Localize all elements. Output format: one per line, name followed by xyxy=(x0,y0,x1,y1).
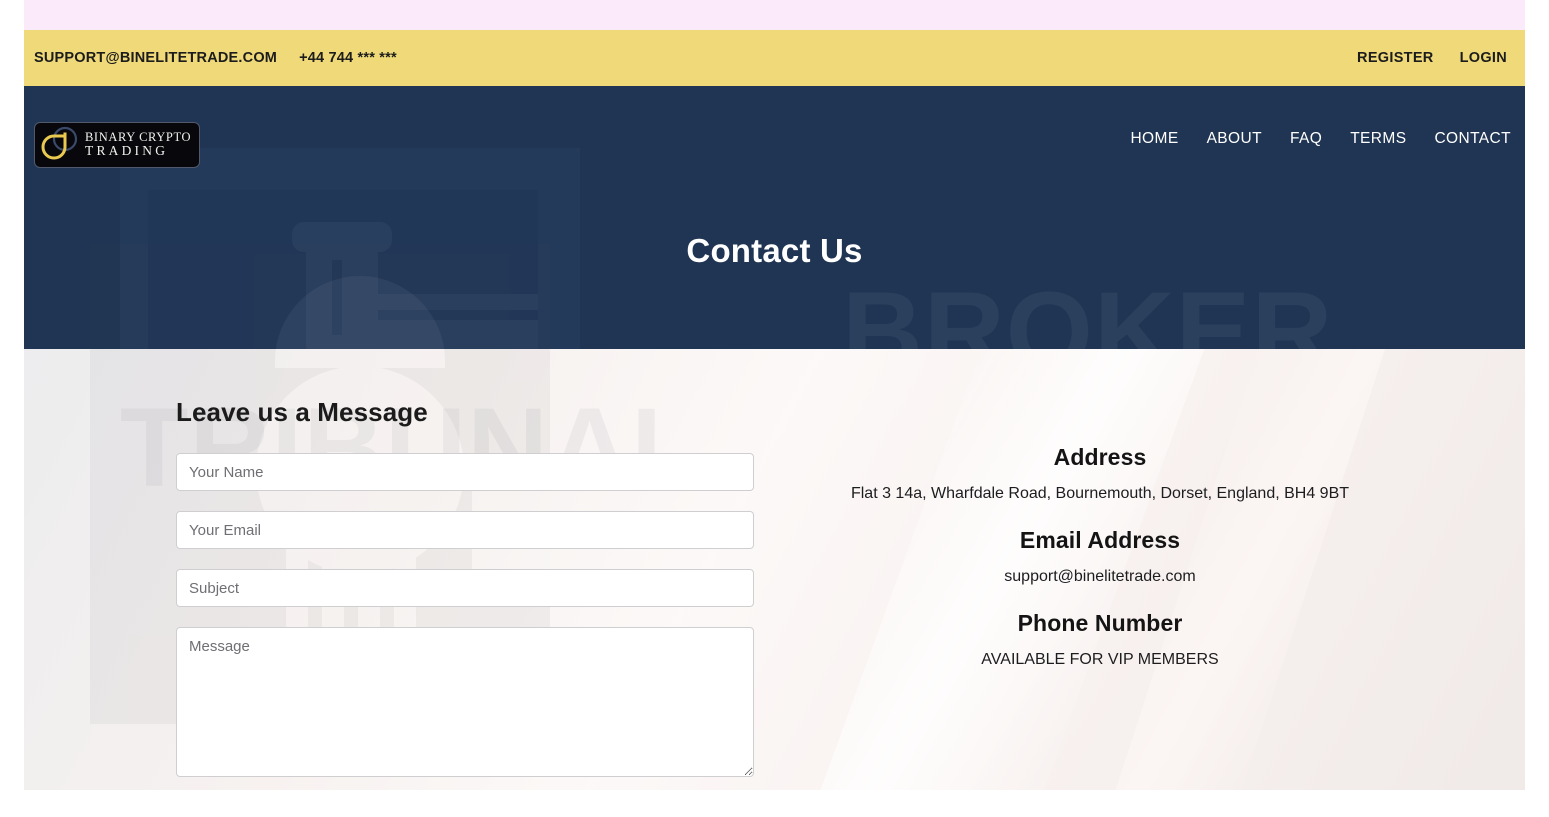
address-heading: Address xyxy=(1053,444,1147,470)
utility-bar: SUPPORT@BINELITETRADE.COM +44 744 *** **… xyxy=(24,30,1525,86)
contact-details: Address Flat 3 14a, Wharfdale Road, Bour… xyxy=(824,444,1376,669)
support-email-link[interactable]: SUPPORT@BINELITETRADE.COM xyxy=(34,50,277,66)
message-textarea[interactable] xyxy=(176,627,754,777)
main-navigation: HOME ABOUT FAQ TERMS CONTACT xyxy=(1130,130,1511,148)
email-group: Email Address support@binelitetrade.com xyxy=(824,527,1376,586)
nav-item-about[interactable]: ABOUT xyxy=(1207,130,1262,148)
top-accent-strip xyxy=(24,0,1525,30)
nav-item-contact[interactable]: CONTACT xyxy=(1434,130,1511,148)
register-link[interactable]: REGISTER xyxy=(1357,50,1434,66)
nav-item-home[interactable]: HOME xyxy=(1130,130,1178,148)
email-heading: Email Address xyxy=(1019,527,1181,553)
logo-wordmark: BINARY CRYPTO TRADING xyxy=(85,131,197,158)
login-link[interactable]: LOGIN xyxy=(1460,50,1507,66)
email-input[interactable] xyxy=(176,511,754,549)
page-title: Contact Us xyxy=(686,232,863,269)
subject-input[interactable] xyxy=(176,569,754,607)
phone-group: Phone Number AVAILABLE FOR VIP MEMBERS xyxy=(824,610,1376,669)
utility-bar-contact-group: SUPPORT@BINELITETRADE.COM +44 744 *** **… xyxy=(34,50,397,66)
nav-item-faq[interactable]: FAQ xyxy=(1290,130,1322,148)
site-logo[interactable]: BINARY CRYPTO TRADING xyxy=(34,122,200,168)
phone-value: AVAILABLE FOR VIP MEMBERS xyxy=(981,651,1219,668)
support-phone-text: +44 744 *** *** xyxy=(299,50,397,66)
email-value[interactable]: support@binelitetrade.com xyxy=(824,568,1376,586)
utility-bar-auth-group: REGISTER LOGIN xyxy=(1357,50,1507,66)
page-root: SUPPORT@BINELITETRADE.COM +44 744 *** **… xyxy=(0,0,1549,817)
name-input[interactable] xyxy=(176,453,754,491)
form-heading: Leave us a Message xyxy=(176,397,428,427)
nav-item-terms[interactable]: TERMS xyxy=(1350,130,1406,148)
contact-form: Leave us a Message xyxy=(176,397,754,777)
hero-banner: BINARY CRYPTO TRADING HOME ABOUT FAQ TER… xyxy=(24,86,1525,349)
browser-viewport: SUPPORT@BINELITETRADE.COM +44 744 *** **… xyxy=(24,0,1525,790)
phone-heading: Phone Number xyxy=(1017,610,1183,636)
address-group: Address Flat 3 14a, Wharfdale Road, Bour… xyxy=(824,444,1376,503)
logo-g-monogram-icon xyxy=(35,123,85,167)
contact-columns: Leave us a Message Address Flat 3 14a, W… xyxy=(24,349,1525,790)
logo-line-2: TRADING xyxy=(85,143,169,159)
address-value: Flat 3 14a, Wharfdale Road, Bournemouth,… xyxy=(850,485,1350,502)
